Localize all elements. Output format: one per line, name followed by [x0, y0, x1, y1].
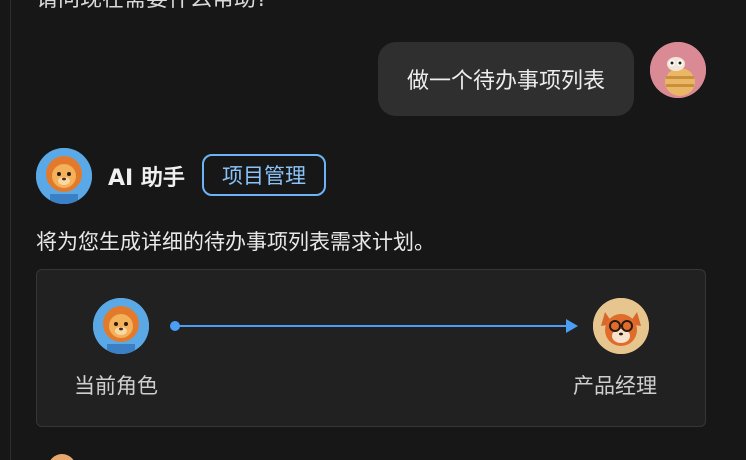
- assistant-role-tag-label: 项目管理: [222, 164, 306, 188]
- user-message-bubble: 做一个待办事项列表: [378, 42, 634, 116]
- next-message-avatar-icon: [48, 454, 76, 460]
- from-role-lion-avatar-icon: [93, 298, 149, 354]
- to-role-fox-avatar-icon: [593, 298, 649, 354]
- user-message-text: 做一个待办事项列表: [406, 69, 605, 94]
- handoff-arrow-icon: [170, 319, 578, 333]
- to-role-label: 产品经理: [573, 374, 657, 398]
- assistant-role-tag[interactable]: 项目管理: [202, 154, 326, 196]
- assistant-lion-avatar-icon[interactable]: [36, 148, 92, 204]
- previous-message-text: 请问现在需要什么帮助?: [36, 0, 268, 12]
- assistant-name: AI 助手: [108, 166, 185, 191]
- from-role-label: 当前角色: [74, 374, 158, 398]
- sidebar-divider: [10, 0, 11, 460]
- user-avatar-bear-icon[interactable]: [650, 42, 706, 98]
- assistant-message-text: 将为您生成详细的待办事项列表需求计划。: [36, 230, 435, 254]
- chat-page: 请问现在需要什么帮助? 做一个待办事项列表 AI 助手: [0, 0, 746, 460]
